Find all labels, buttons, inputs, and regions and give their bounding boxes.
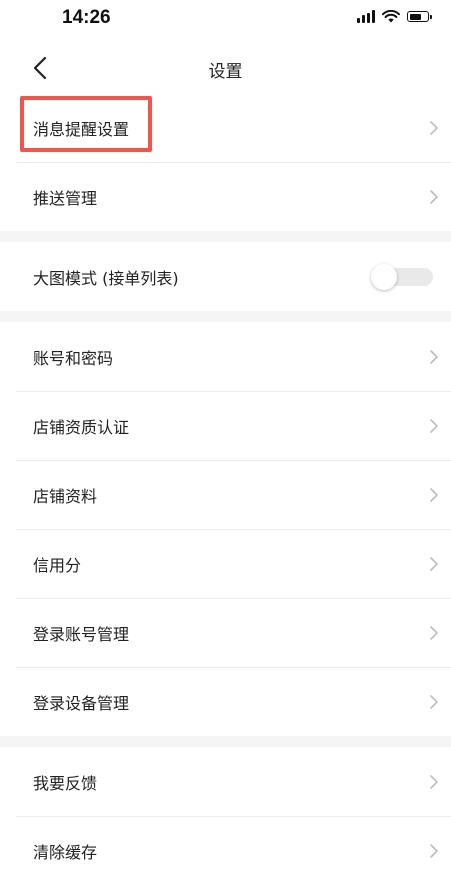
setting-row-label: 店铺资质认证 bbox=[33, 417, 130, 437]
setting-row-label: 消息提醒设置 bbox=[33, 119, 130, 139]
chevron-right-icon bbox=[430, 556, 438, 571]
setting-row-credit-score[interactable]: 信用分 bbox=[0, 529, 451, 598]
setting-row-large-image-mode: 大图模式 (接单列表) bbox=[0, 242, 451, 311]
chevron-right-icon bbox=[430, 189, 438, 204]
large-image-mode-toggle[interactable] bbox=[371, 264, 433, 290]
setting-row-label: 信用分 bbox=[33, 555, 82, 575]
chevron-right-icon bbox=[430, 487, 438, 502]
chevron-right-icon bbox=[430, 774, 438, 789]
chevron-right-icon bbox=[430, 418, 438, 433]
setting-row-message-alerts[interactable]: 消息提醒设置 bbox=[0, 93, 451, 162]
setting-row-label: 登录设备管理 bbox=[33, 693, 130, 713]
signal-icon bbox=[357, 10, 375, 23]
nav-bar: 设置 bbox=[0, 40, 451, 96]
setting-row-label: 大图模式 (接单列表) bbox=[33, 268, 179, 288]
settings-group-display: 大图模式 (接单列表) bbox=[0, 242, 451, 311]
setting-row-label: 登录账号管理 bbox=[33, 624, 130, 644]
settings-group-account: 账号和密码 店铺资质认证 店铺资料 信用分 登录账号管理 登录设备管理 bbox=[0, 322, 451, 736]
setting-row-store-qualification[interactable]: 店铺资质认证 bbox=[0, 391, 451, 460]
setting-row-feedback[interactable]: 我要反馈 bbox=[0, 747, 451, 816]
chevron-right-icon bbox=[430, 625, 438, 640]
setting-row-label: 账号和密码 bbox=[33, 348, 114, 368]
status-bar: 14:26 bbox=[0, 0, 451, 40]
setting-row-store-info[interactable]: 店铺资料 bbox=[0, 460, 451, 529]
setting-row-label: 我要反馈 bbox=[33, 773, 98, 793]
status-time: 14:26 bbox=[62, 7, 111, 28]
setting-row-label: 推送管理 bbox=[33, 188, 98, 208]
battery-icon bbox=[407, 11, 432, 22]
page-title: 设置 bbox=[208, 62, 243, 82]
setting-row-label: 清除缓存 bbox=[33, 842, 98, 862]
status-icons bbox=[357, 10, 432, 23]
setting-row-login-device-management[interactable]: 登录设备管理 bbox=[0, 667, 451, 736]
setting-row-push-management[interactable]: 推送管理 bbox=[0, 162, 451, 231]
chevron-right-icon bbox=[430, 843, 438, 858]
chevron-right-icon bbox=[430, 120, 438, 135]
chevron-right-icon bbox=[430, 349, 438, 364]
toggle-knob bbox=[371, 264, 397, 290]
setting-row-clear-cache[interactable]: 清除缓存 bbox=[0, 816, 451, 885]
settings-group-misc: 我要反馈 清除缓存 bbox=[0, 747, 451, 885]
setting-row-label: 店铺资料 bbox=[33, 486, 98, 506]
wifi-icon bbox=[382, 10, 400, 23]
chevron-right-icon bbox=[430, 694, 438, 709]
setting-row-account-password[interactable]: 账号和密码 bbox=[0, 322, 451, 391]
setting-row-login-account-management[interactable]: 登录账号管理 bbox=[0, 598, 451, 667]
settings-group-notifications: 消息提醒设置 推送管理 bbox=[0, 93, 451, 231]
